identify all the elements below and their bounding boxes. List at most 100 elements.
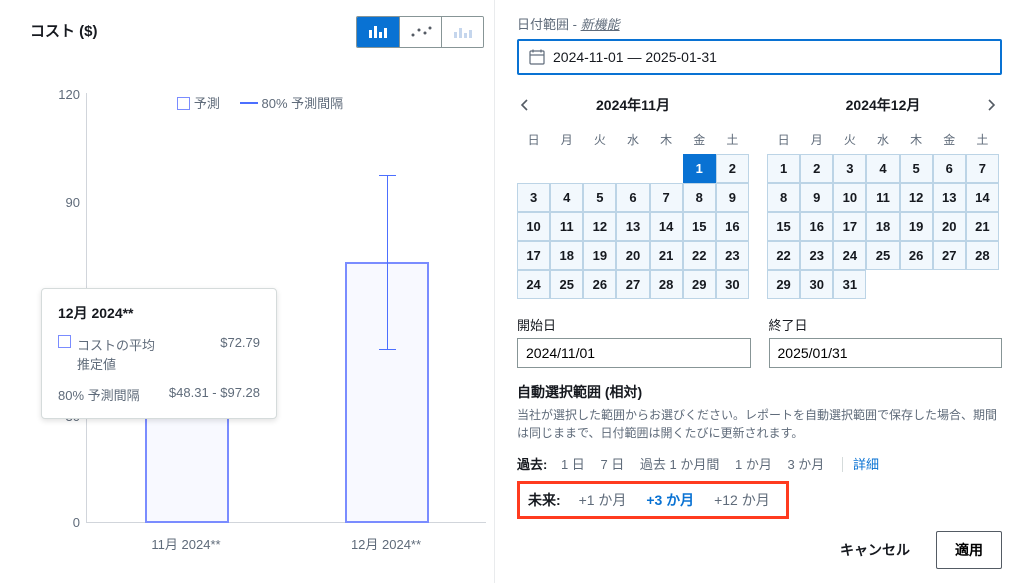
calendar-month-title: 2024年12月	[846, 95, 921, 115]
date-range-field[interactable]: 2024-11-01 — 2025-01-31	[517, 39, 1002, 75]
calendar-day[interactable]: 30	[800, 270, 833, 299]
next-month-button[interactable]	[979, 93, 1003, 117]
calendar-day[interactable]: 6	[616, 183, 649, 212]
calendar-day[interactable]: 31	[833, 270, 866, 299]
preset-option[interactable]: 7 日	[600, 457, 624, 472]
preset-option[interactable]: 1 か月	[735, 457, 772, 472]
calendar-day[interactable]: 22	[767, 241, 800, 270]
calendar-day[interactable]: 4	[550, 183, 583, 212]
calendar-day[interactable]: 9	[716, 183, 749, 212]
auto-range-desc: 当社が選択した範囲からお選びください。レポートを自動選択範囲で保存した場合、期間…	[517, 406, 1002, 442]
calendar-day[interactable]: 13	[933, 183, 966, 212]
calendar-month-title: 2024年11月	[596, 95, 670, 115]
calendar-day[interactable]: 12	[900, 183, 933, 212]
calendar-day[interactable]: 11	[866, 183, 899, 212]
calendar-day[interactable]: 29	[683, 270, 716, 299]
calendar-day[interactable]: 28	[966, 241, 999, 270]
calendar-day[interactable]: 28	[650, 270, 683, 299]
calendar-day[interactable]: 19	[583, 241, 616, 270]
past-preset-row: 過去: 1 日 7 日 過去 1 か月間 1 か月 3 か月 詳細	[517, 454, 1002, 473]
calendar-day[interactable]: 27	[933, 241, 966, 270]
calendar-day[interactable]: 2	[800, 154, 833, 183]
calendar-day[interactable]: 1	[767, 154, 800, 183]
calendar-day[interactable]: 18	[550, 241, 583, 270]
calendar-day[interactable]: 15	[767, 212, 800, 241]
calendar-day[interactable]: 16	[800, 212, 833, 241]
chart-type-line[interactable]	[399, 17, 441, 47]
calendar-right: 2024年12月 日月火水木金土123456789101112131415161…	[767, 91, 999, 299]
preset-option[interactable]: 3 か月	[787, 457, 824, 472]
calendar-day[interactable]: 5	[900, 154, 933, 183]
calendar-day[interactable]: 13	[616, 212, 649, 241]
calendar-day[interactable]: 5	[583, 183, 616, 212]
prev-month-button[interactable]	[513, 93, 537, 117]
day-of-week: 土	[966, 127, 999, 154]
day-of-week: 金	[933, 127, 966, 154]
calendar-day[interactable]: 15	[683, 212, 716, 241]
x-tick: 11月 2024**	[86, 528, 286, 553]
calendar-day[interactable]: 19	[900, 212, 933, 241]
calendar-day[interactable]: 18	[866, 212, 899, 241]
calendar-day[interactable]: 21	[966, 212, 999, 241]
calendar-day[interactable]: 1	[683, 154, 716, 183]
calendar-day[interactable]: 17	[833, 212, 866, 241]
calendar-day[interactable]: 14	[650, 212, 683, 241]
chart-type-bar[interactable]	[357, 17, 399, 47]
calendar-day[interactable]: 23	[800, 241, 833, 270]
calendar-day[interactable]: 26	[583, 270, 616, 299]
calendar-day[interactable]: 30	[716, 270, 749, 299]
end-date-label: 終了日	[769, 315, 1003, 334]
calendar-day[interactable]: 8	[683, 183, 716, 212]
calendar-day[interactable]: 4	[866, 154, 899, 183]
y-tick: 90	[66, 195, 80, 210]
start-date-input[interactable]	[517, 338, 751, 368]
calendar-day[interactable]: 20	[933, 212, 966, 241]
calendar-day[interactable]: 24	[833, 241, 866, 270]
calendar-day[interactable]: 25	[866, 241, 899, 270]
day-of-week: 日	[517, 127, 550, 154]
day-of-week: 火	[833, 127, 866, 154]
calendar-day[interactable]: 14	[966, 183, 999, 212]
calendar-day[interactable]: 26	[900, 241, 933, 270]
x-tick: 12月 2024**	[286, 528, 486, 553]
calendar-day[interactable]: 7	[966, 154, 999, 183]
calendar-day[interactable]: 16	[716, 212, 749, 241]
calendar-day[interactable]: 3	[833, 154, 866, 183]
preset-option[interactable]: +12 か月	[714, 492, 770, 508]
chart-type-stacked[interactable]	[441, 17, 483, 47]
auto-range-title: 自動選択範囲 (相対)	[517, 382, 1002, 402]
preset-option[interactable]: 過去 1 か月間	[640, 457, 719, 472]
calendar-day[interactable]: 29	[767, 270, 800, 299]
day-of-week: 水	[866, 127, 899, 154]
apply-button[interactable]: 適用	[936, 531, 1002, 569]
calendar-day[interactable]: 2	[716, 154, 749, 183]
calendar-day[interactable]: 22	[683, 241, 716, 270]
calendar-day[interactable]: 9	[800, 183, 833, 212]
y-tick: 0	[73, 515, 80, 530]
calendar-day[interactable]: 3	[517, 183, 550, 212]
calendar-day[interactable]: 23	[716, 241, 749, 270]
calendar-day[interactable]: 24	[517, 270, 550, 299]
details-link[interactable]: 詳細	[842, 457, 879, 472]
calendar-day[interactable]: 10	[517, 212, 550, 241]
preset-option[interactable]: +1 か月	[579, 492, 627, 508]
date-range-display: 2024-11-01 — 2025-01-31	[553, 49, 717, 65]
calendar-day[interactable]: 6	[933, 154, 966, 183]
interval-whisker	[387, 175, 388, 350]
calendar-day[interactable]: 11	[550, 212, 583, 241]
calendar-day[interactable]: 21	[650, 241, 683, 270]
calendar-day[interactable]: 20	[616, 241, 649, 270]
calendar-day[interactable]: 7	[650, 183, 683, 212]
calendar-day[interactable]: 17	[517, 241, 550, 270]
calendar-day[interactable]: 25	[550, 270, 583, 299]
preset-option[interactable]: 1 日	[561, 457, 585, 472]
day-of-week: 水	[616, 127, 649, 154]
calendar-left: 2024年11月 日月火水木金土123456789101112131415161…	[517, 91, 749, 299]
calendar-day[interactable]: 10	[833, 183, 866, 212]
cancel-button[interactable]: キャンセル	[824, 531, 926, 569]
end-date-input[interactable]	[769, 338, 1003, 368]
preset-option[interactable]: +3 か月	[646, 492, 694, 508]
calendar-day[interactable]: 12	[583, 212, 616, 241]
calendar-day[interactable]: 8	[767, 183, 800, 212]
calendar-day[interactable]: 27	[616, 270, 649, 299]
